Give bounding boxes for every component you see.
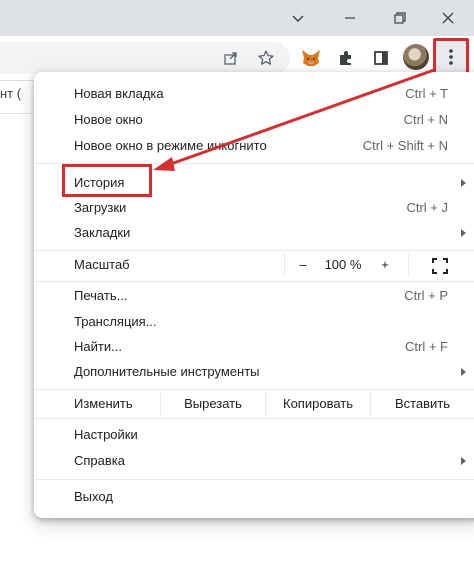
zoom-divider [284, 254, 285, 276]
extensions-puzzle-icon[interactable] [331, 43, 361, 73]
chevron-right-icon [461, 179, 466, 187]
page-divider [0, 113, 32, 114]
menu-item-bookmarks[interactable]: Закладки [34, 220, 474, 246]
side-panel-icon[interactable] [366, 43, 396, 73]
title-bar [0, 0, 474, 36]
menu-item-shortcut: Ctrl + F [405, 339, 448, 354]
menu-item-shortcut: Ctrl + N [403, 112, 448, 127]
menu-item-label: Настройки [74, 427, 138, 442]
zoom-in-button[interactable]: + [378, 252, 392, 278]
menu-item-label: Справка [74, 453, 125, 468]
chrome-main-menu: Новая вкладка Ctrl + T Новое окно Ctrl +… [34, 72, 474, 518]
menu-item-label: Закладки [74, 225, 131, 240]
menu-item-zoom: Масштаб – 100 % + [34, 252, 474, 278]
menu-item-print[interactable]: Печать... Ctrl + P [34, 283, 474, 309]
menu-item-label: Загрузки [74, 200, 127, 215]
chevron-right-icon [461, 368, 466, 376]
chevron-down-icon[interactable] [272, 0, 324, 36]
menu-item-new-tab[interactable]: Новая вкладка Ctrl + T [34, 81, 474, 107]
menu-item-label: Масштаб [74, 257, 130, 272]
star-icon[interactable] [251, 43, 281, 73]
metamask-fox-icon[interactable] [296, 43, 326, 73]
address-bar[interactable] [0, 42, 290, 74]
restore-icon[interactable] [374, 0, 426, 36]
more-vert-icon[interactable] [433, 38, 469, 76]
copy-button[interactable]: Копировать [266, 390, 370, 418]
menu-item-new-window[interactable]: Новое окно Ctrl + N [34, 107, 474, 133]
chevron-right-icon [461, 457, 466, 465]
close-icon[interactable] [422, 0, 474, 36]
menu-item-label: Трансляция... [74, 314, 157, 329]
paste-button[interactable]: Вставить [371, 390, 474, 418]
menu-separator [34, 281, 474, 282]
zoom-out-button[interactable]: – [296, 252, 310, 278]
chevron-right-icon [461, 229, 466, 237]
menu-item-settings[interactable]: Настройки [34, 422, 474, 448]
zoom-divider [408, 254, 409, 276]
zoom-level: 100 % [324, 257, 362, 272]
menu-item-incognito[interactable]: Новое окно в режиме инкогнито Ctrl + Shi… [34, 133, 474, 159]
menu-separator [34, 418, 474, 419]
menu-separator [34, 250, 474, 251]
menu-separator [34, 479, 474, 480]
share-icon[interactable] [216, 43, 246, 73]
menu-item-edit: Изменить Вырезать Копировать Вставить [34, 390, 474, 418]
fullscreen-icon[interactable] [432, 257, 448, 274]
menu-item-label: Выход [74, 489, 113, 504]
menu-item-more-tools[interactable]: Дополнительные инструменты [34, 359, 474, 385]
menu-item-cast[interactable]: Трансляция... [34, 309, 474, 335]
page-partial-text: нт ( [0, 86, 22, 101]
edit-label: Изменить [74, 396, 133, 411]
menu-item-label: Найти... [74, 339, 122, 354]
menu-item-shortcut: Ctrl + T [405, 86, 448, 101]
menu-item-find[interactable]: Найти... Ctrl + F [34, 334, 474, 360]
menu-item-downloads[interactable]: Загрузки Ctrl + J [34, 195, 474, 221]
menu-item-label: Новое окно [74, 112, 143, 127]
cut-button[interactable]: Вырезать [161, 390, 265, 418]
history-highlight-box [62, 164, 152, 197]
menu-item-help[interactable]: Справка [34, 448, 474, 474]
menu-item-label: Новая вкладка [74, 86, 164, 101]
menu-item-label: Новое окно в режиме инкогнито [74, 138, 267, 153]
menu-item-exit[interactable]: Выход [34, 484, 474, 510]
menu-item-shortcut: Ctrl + J [406, 200, 448, 215]
menu-item-shortcut: Ctrl + Shift + N [362, 138, 448, 153]
avatar[interactable] [403, 44, 429, 70]
menu-item-shortcut: Ctrl + P [404, 288, 448, 303]
minimize-icon[interactable] [324, 0, 376, 36]
menu-item-label: Дополнительные инструменты [74, 364, 260, 379]
menu-item-label: Печать... [74, 288, 128, 303]
